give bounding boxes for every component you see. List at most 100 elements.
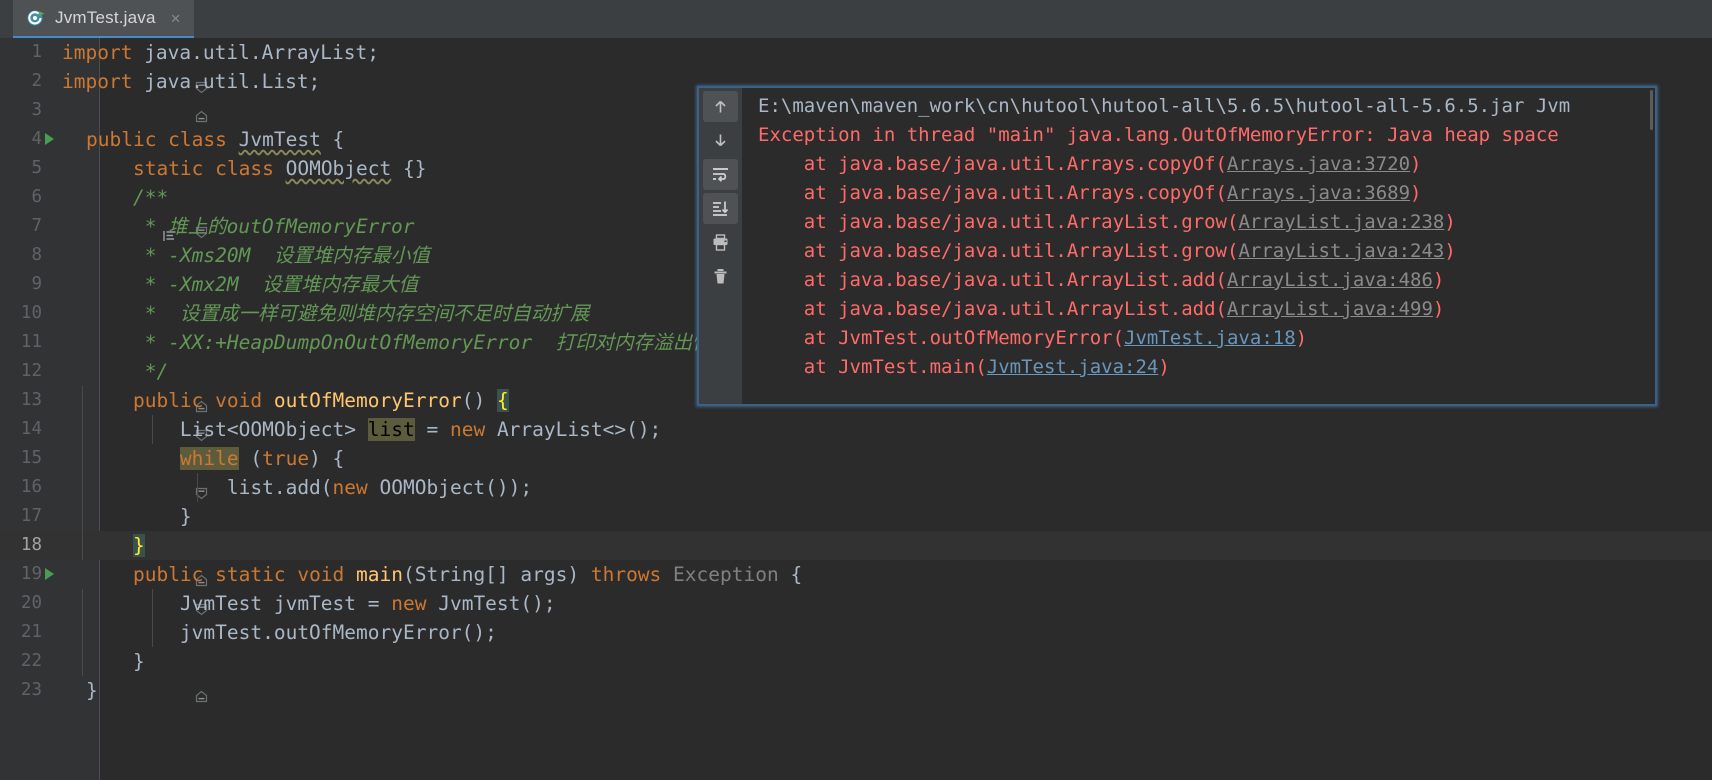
- line-number: 3: [31, 100, 42, 120]
- code-line-current[interactable]: 18 }: [0, 531, 1712, 587]
- run-console-panel[interactable]: E:\maven\maven_work\cn\hutool\hutool-all…: [697, 86, 1657, 406]
- line-number: 7: [31, 216, 42, 236]
- code-line[interactable]: 17 }: [0, 502, 1712, 558]
- code-text: }: [86, 505, 192, 528]
- line-number: 19: [20, 564, 42, 584]
- console-line[interactable]: at JvmTest.main(JvmTest.java:24): [742, 353, 1655, 382]
- stacktrace-link[interactable]: ArrayList.java:499: [1227, 298, 1433, 320]
- code-text: while (true) {: [179, 447, 345, 470]
- console-segment: at java.base/java.util.Arrays.copyOf(: [758, 182, 1227, 204]
- code-line[interactable]: 16 list.add(new OOMObject());: [0, 473, 1712, 502]
- line-number: 18: [20, 535, 42, 555]
- console-line[interactable]: at java.base/java.util.ArrayList.grow(Ar…: [742, 237, 1655, 266]
- line-number: 9: [31, 274, 42, 294]
- line-number: 1: [31, 42, 42, 62]
- line-number: 13: [20, 390, 42, 410]
- print-icon[interactable]: [703, 227, 738, 258]
- console-line[interactable]: Exception in thread "main" java.lang.Out…: [742, 121, 1655, 150]
- line-number: 11: [20, 332, 42, 352]
- code-line[interactable]: 14 List<OOMObject> list = new ArrayList<…: [0, 415, 1712, 444]
- editor-tab-jvmtest[interactable]: JvmTest.java ×: [13, 0, 194, 38]
- line-number: 22: [20, 651, 42, 671]
- code-text: jvmTest.outOfMemoryError();: [86, 621, 497, 644]
- code-line[interactable]: 1 import java.util.ArrayList;: [0, 38, 1712, 94]
- ide-window: JvmTest.java × 1 import java.util.ArrayL…: [0, 0, 1712, 780]
- run-gutter-icon[interactable]: [45, 568, 54, 580]
- run-gutter-icon[interactable]: [45, 133, 54, 145]
- stacktrace-link[interactable]: JvmTest.java:18: [1124, 327, 1296, 349]
- console-segment: ): [1158, 356, 1170, 378]
- console-segment: E:\maven\maven_work\cn\hutool\hutool-all…: [758, 95, 1571, 117]
- stacktrace-link[interactable]: JvmTest.java:24: [987, 356, 1159, 378]
- code-text: public static void main(String[] args) t…: [132, 563, 803, 586]
- console-line[interactable]: at java.base/java.util.ArrayList.add(Arr…: [742, 266, 1655, 295]
- stacktrace-link[interactable]: ArrayList.java:486: [1227, 269, 1433, 291]
- code-line[interactable]: 15 while (true) {: [0, 444, 1712, 500]
- line-number: 8: [31, 245, 42, 265]
- code-text: }: [132, 534, 145, 557]
- line-number: 6: [31, 187, 42, 207]
- console-segment: ): [1444, 240, 1456, 262]
- indent-guide: [82, 415, 83, 444]
- console-segment: at java.base/java.util.Arrays.copyOf(: [758, 153, 1227, 175]
- console-segment: ): [1410, 153, 1422, 175]
- stacktrace-link[interactable]: ArrayList.java:243: [1238, 240, 1444, 262]
- console-toolbar: [699, 88, 742, 404]
- console-segment: at java.base/java.util.ArrayList.add(: [758, 269, 1227, 291]
- indent-guide: [82, 589, 83, 618]
- console-segment: Exception in thread "main" java.lang.Out…: [758, 124, 1559, 146]
- console-line[interactable]: E:\maven\maven_work\cn\hutool\hutool-all…: [742, 92, 1655, 121]
- close-icon[interactable]: ×: [171, 10, 181, 27]
- code-line[interactable]: 22 }: [0, 647, 1712, 703]
- indent-guide: [82, 618, 83, 647]
- editor-tab-label: JvmTest.java: [55, 8, 156, 27]
- code-text: List<OOMObject> list = new ArrayList<>()…: [86, 418, 662, 441]
- console-segment: ): [1432, 269, 1445, 291]
- stacktrace-link[interactable]: Arrays.java:3689: [1227, 182, 1410, 204]
- indent-guide: [82, 386, 83, 415]
- stacktrace-link[interactable]: Arrays.java:3720: [1227, 153, 1410, 175]
- console-segment: at JvmTest.main(: [758, 356, 987, 378]
- console-line[interactable]: at java.base/java.util.Arrays.copyOf(Arr…: [742, 179, 1655, 208]
- console-segment: ): [1410, 182, 1422, 204]
- scroll-to-end-icon[interactable]: [703, 193, 738, 224]
- code-text: */: [86, 360, 169, 383]
- stacktrace-link[interactable]: ArrayList.java:238: [1238, 211, 1444, 233]
- line-number: 4: [31, 129, 42, 149]
- line-number: 15: [20, 448, 42, 468]
- trash-icon[interactable]: [703, 261, 738, 292]
- console-line[interactable]: at java.base/java.util.ArrayList.grow(Ar…: [742, 208, 1655, 237]
- code-text: * -Xmx2M 设置堆内存最大值: [86, 273, 419, 296]
- console-scrollbar[interactable]: [1650, 90, 1653, 130]
- code-line[interactable]: 21 jvmTest.outOfMemoryError();: [0, 618, 1712, 647]
- editor-tab-bar: JvmTest.java ×: [0, 0, 1712, 38]
- console-line[interactable]: at JvmTest.outOfMemoryError(JvmTest.java…: [742, 324, 1655, 353]
- code-line[interactable]: 20 JvmTest jvmTest = new JvmTest();: [0, 589, 1712, 618]
- line-number: 14: [20, 419, 42, 439]
- code-line[interactable]: 19 public static void main(String[] args…: [0, 560, 1712, 616]
- code-text: import java.util.List;: [62, 70, 321, 93]
- code-text: }: [86, 679, 98, 702]
- soft-wrap-icon[interactable]: [703, 159, 738, 190]
- code-text: * 设置成一样可避免则堆内存空间不足时自动扩展: [86, 302, 590, 325]
- indent-guide: [82, 647, 83, 676]
- scroll-up-icon[interactable]: [703, 91, 738, 122]
- code-text: public class JvmTest {: [86, 128, 345, 151]
- line-number: 5: [31, 158, 42, 178]
- code-text: * -XX:+HeapDumpOnOutOfMemoryError 打印对内存溢…: [86, 331, 732, 354]
- console-line[interactable]: at java.base/java.util.Arrays.copyOf(Arr…: [742, 150, 1655, 179]
- console-segment: ): [1444, 211, 1456, 233]
- console-segment: at JvmTest.outOfMemoryError(: [758, 327, 1125, 349]
- console-segment: ): [1295, 327, 1308, 349]
- scroll-down-icon[interactable]: [703, 125, 738, 156]
- line-number: 10: [20, 303, 42, 323]
- indent-guide: [82, 502, 83, 531]
- code-text: JvmTest jvmTest = new JvmTest();: [86, 592, 556, 615]
- code-line[interactable]: 23 }: [0, 676, 1712, 705]
- line-number: 2: [31, 71, 42, 91]
- line-number: 12: [20, 361, 42, 381]
- javadoc-gutter-icon[interactable]: [46, 192, 176, 241]
- console-line[interactable]: at java.base/java.util.ArrayList.add(Arr…: [742, 295, 1655, 324]
- line-number: 17: [20, 506, 42, 526]
- console-output[interactable]: E:\maven\maven_work\cn\hutool\hutool-all…: [742, 88, 1655, 404]
